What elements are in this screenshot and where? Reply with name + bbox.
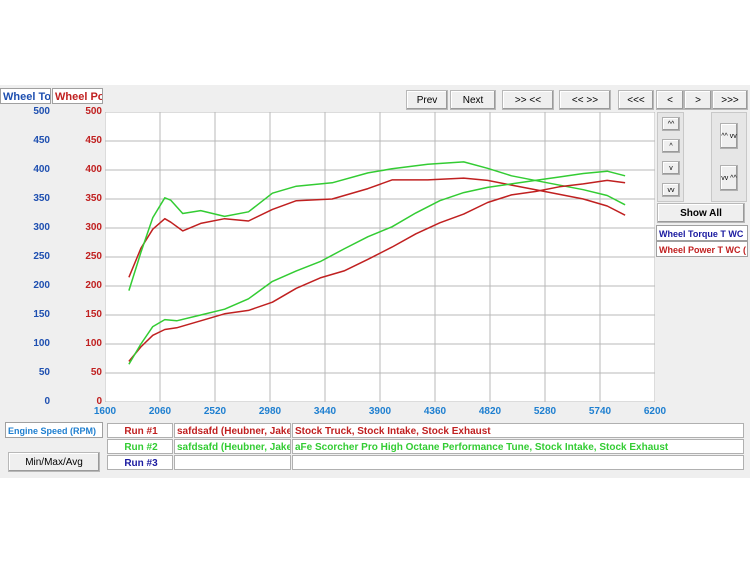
scroll-up-up-button[interactable]: ^^ (662, 117, 680, 131)
zoom-out-y-button[interactable]: vv ^^ (720, 165, 738, 191)
y-tick-right-label: 350 (85, 193, 102, 204)
zoom-out-x-button[interactable]: << >> (559, 90, 611, 110)
run3-description[interactable] (292, 455, 744, 470)
scroll-down-down-button[interactable]: vv (662, 183, 680, 197)
x-axis-label: Engine Speed (RPM) (5, 422, 103, 438)
legend-wheel-power[interactable]: Wheel Power T WC ( (656, 241, 748, 257)
y-tick-right-label: 300 (85, 222, 102, 233)
y-tick-left-label: 100 (33, 338, 50, 349)
min-max-avg-button[interactable]: Min/Max/Avg (8, 452, 100, 472)
x-tick-label: 2060 (148, 406, 172, 417)
run1-description[interactable]: Stock Truck, Stock Intake, Stock Exhaust (292, 423, 744, 438)
y-tick-left-label: 400 (33, 164, 50, 175)
x-tick-label: 2520 (203, 406, 227, 417)
y-tick-right-label: 250 (85, 251, 102, 262)
scroll-far-right-button[interactable]: >>> (712, 90, 748, 110)
x-tick-label: 4360 (423, 406, 447, 417)
y-tick-right-label: 450 (85, 135, 102, 146)
next-button[interactable]: Next (450, 90, 496, 110)
run2-description[interactable]: aFe Scorcher Pro High Octane Performance… (292, 439, 744, 454)
scroll-left-button[interactable]: < (656, 90, 684, 110)
dyno-window: Wheel Torc Wheel Pow Prev Next >> << << … (0, 85, 750, 478)
x-tick-label: 5740 (588, 406, 612, 417)
run3-label[interactable]: Run #3 (107, 455, 173, 470)
y-tick-left-label: 0 (44, 396, 50, 407)
y-tick-right-label: 150 (85, 309, 102, 320)
run2-label[interactable]: Run #2 (107, 439, 173, 454)
run1-label[interactable]: Run #1 (107, 423, 173, 438)
scroll-down-button[interactable]: v (662, 161, 680, 175)
left-axis-header: Wheel Torc (0, 88, 51, 104)
y-tick-right-label: 50 (90, 367, 102, 378)
x-tick-label: 1600 (93, 406, 117, 417)
x-tick-label: 6200 (643, 406, 667, 417)
legend-wheel-torque[interactable]: Wheel Torque T WC (656, 225, 748, 241)
y-tick-right-label: 500 (85, 106, 102, 117)
scroll-up-button[interactable]: ^ (662, 139, 680, 153)
zoom-in-x-button[interactable]: >> << (502, 90, 554, 110)
scroll-right-button[interactable]: > (684, 90, 712, 110)
y-tick-right-label: 200 (85, 280, 102, 291)
y-tick-left-label: 200 (33, 280, 50, 291)
prev-button[interactable]: Prev (406, 90, 448, 110)
scroll-far-left-button[interactable]: <<< (618, 90, 654, 110)
y-tick-left-label: 450 (33, 135, 50, 146)
y-tick-left-label: 50 (38, 367, 50, 378)
x-tick-label: 4820 (478, 406, 502, 417)
show-all-button[interactable]: Show All (657, 203, 745, 223)
y-tick-right-label: 400 (85, 164, 102, 175)
y-tick-left-label: 150 (33, 309, 50, 320)
run2-name[interactable]: safdsafd (Heubner, Jake) (174, 439, 291, 454)
run3-name[interactable] (174, 455, 291, 470)
y-tick-right-label: 100 (85, 338, 102, 349)
x-tick-label: 2980 (258, 406, 282, 417)
run1-name[interactable]: safdsafd (Heubner, Jake) (174, 423, 291, 438)
y-tick-left-label: 300 (33, 222, 50, 233)
x-tick-label: 3440 (313, 406, 337, 417)
x-tick-label: 3900 (368, 406, 392, 417)
y-tick-left-label: 350 (33, 193, 50, 204)
x-tick-label: 5280 (533, 406, 557, 417)
zoom-in-y-button[interactable]: ^^ vv (720, 123, 738, 149)
y-tick-left-label: 500 (33, 106, 50, 117)
dyno-chart[interactable] (105, 112, 655, 402)
y-tick-left-label: 250 (33, 251, 50, 262)
right-axis-header: Wheel Pow (52, 88, 103, 104)
